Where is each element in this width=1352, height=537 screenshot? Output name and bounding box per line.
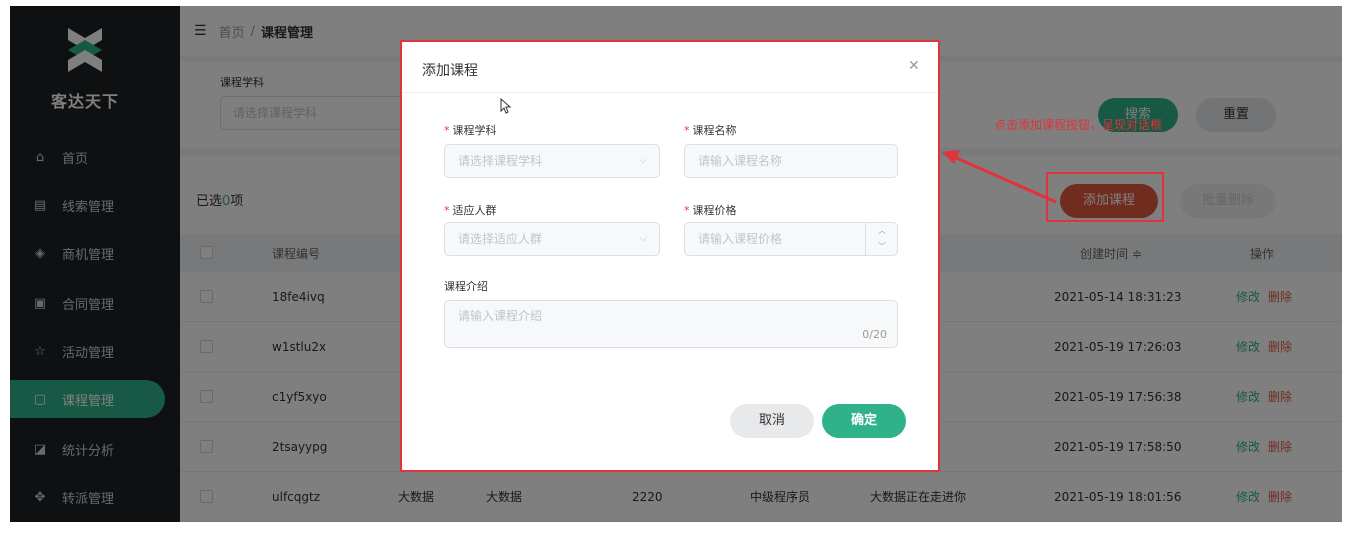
- price-placeholder: 请输入课程价格: [698, 232, 783, 246]
- chevron-down-icon: ⌵: [639, 233, 647, 244]
- subject-label: * 课程学科: [444, 124, 497, 137]
- cancel-button[interactable]: 取消: [730, 404, 814, 438]
- dialog-title: 添加课程: [422, 63, 478, 79]
- price-label: * 课程价格: [684, 204, 737, 217]
- subject-select[interactable]: 请选择课程学科 ⌵: [444, 144, 660, 178]
- close-icon[interactable]: ✕: [908, 58, 920, 74]
- crowd-placeholder: 请选择适应人群: [458, 232, 543, 246]
- char-counter: 0/20: [862, 328, 887, 341]
- decrement-icon[interactable]: ﹀: [866, 239, 898, 255]
- course-price-input[interactable]: 请输入课程价格 ︿ ﹀: [684, 222, 898, 256]
- price-stepper: ︿ ﹀: [865, 223, 897, 255]
- annotation-highlight-box: [1046, 172, 1164, 222]
- annotation-arrow-icon: [942, 150, 1057, 204]
- course-intro-textarea[interactable]: 请输入课程介绍 0/20: [444, 300, 898, 348]
- chevron-down-icon: ⌵: [639, 155, 647, 166]
- crowd-label-text: 适应人群: [452, 204, 497, 217]
- course-name-input[interactable]: 请输入课程名称: [684, 144, 898, 178]
- annotation-text: 点击添加课程按钮，呈现对话框: [994, 118, 1163, 132]
- dialog-divider: [402, 92, 938, 93]
- mouse-cursor-icon: [500, 98, 512, 114]
- name-label: * 课程名称: [684, 124, 737, 137]
- increment-icon[interactable]: ︿: [866, 223, 898, 239]
- price-label-text: 课程价格: [692, 204, 737, 217]
- intro-placeholder: 请输入课程介绍: [458, 309, 543, 323]
- crowd-label: * 适应人群: [444, 204, 497, 217]
- subject-placeholder: 请选择课程学科: [458, 154, 543, 168]
- subject-label-text: 课程学科: [452, 124, 497, 137]
- app-window: 客达天下 ⌂ 首页 ▤ 线索管理 ◈ 商机管理 ▣ 合同管理 ☆ 活动管理 ▢ …: [10, 6, 1342, 522]
- crowd-select[interactable]: 请选择适应人群 ⌵: [444, 222, 660, 256]
- add-course-dialog: 添加课程 ✕ * 课程学科 请选择课程学科 ⌵ * 课程名称 请输入课程名称 * 适应…: [400, 40, 940, 472]
- intro-label: 课程介绍: [444, 280, 488, 293]
- name-label-text: 课程名称: [692, 124, 737, 137]
- confirm-button[interactable]: 确定: [822, 404, 906, 438]
